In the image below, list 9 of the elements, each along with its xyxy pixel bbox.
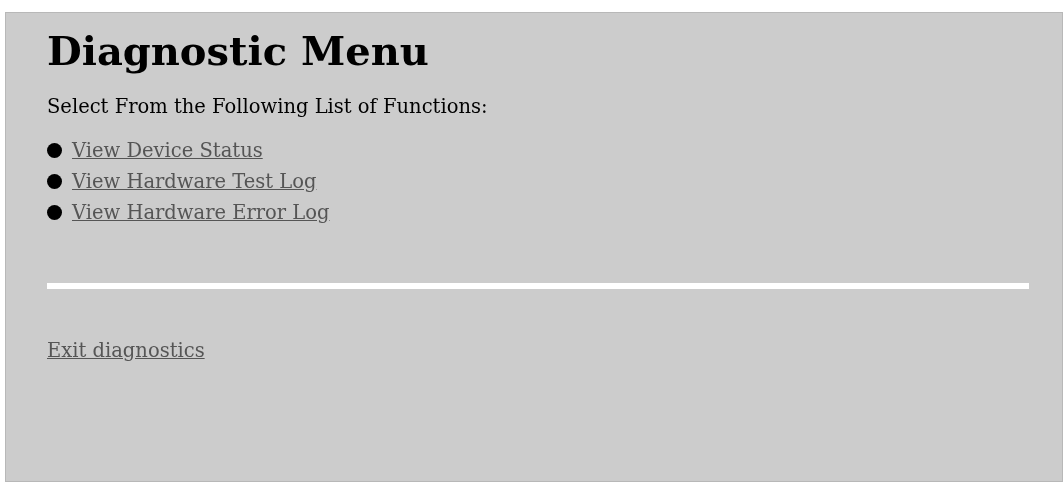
function-link[interactable]: View Hardware Test Log (72, 170, 317, 193)
function-link[interactable]: View Hardware Error Log (72, 201, 330, 224)
function-link[interactable]: View Device Status (72, 139, 263, 162)
intro-text: Select From the Following List of Functions: (47, 94, 489, 120)
bullet-icon (47, 205, 62, 220)
page-title: Diagnostic Menu (47, 27, 430, 75)
bullet-icon (47, 143, 62, 158)
bullet-icon (47, 174, 62, 189)
exit-link[interactable]: Exit diagnostics (47, 339, 205, 362)
